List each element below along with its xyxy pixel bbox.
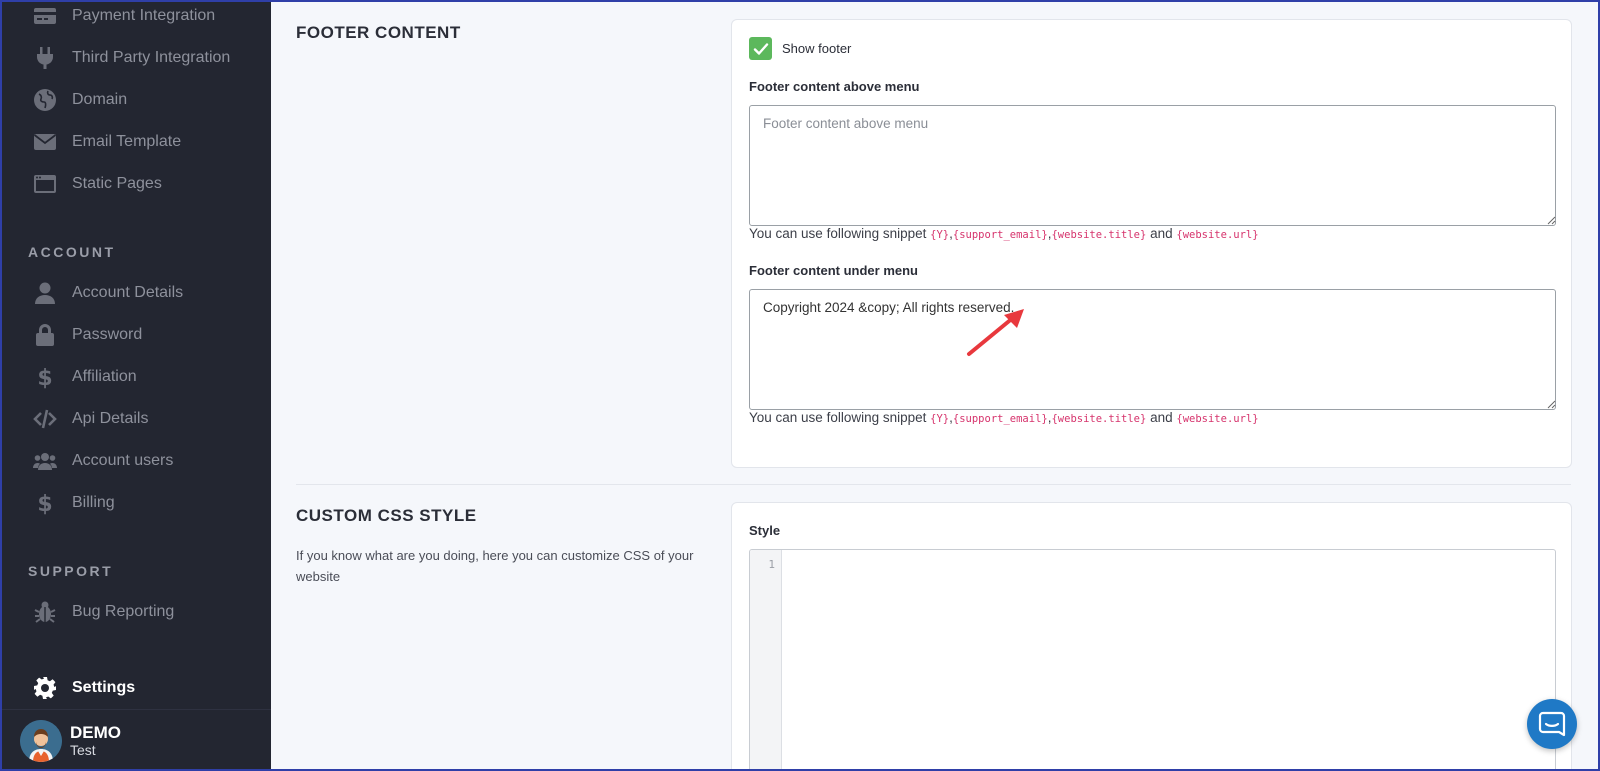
sidebar-item-label: Account users (72, 452, 174, 469)
sidebar-item-label: Third Party Integration (72, 49, 231, 66)
sidebar-item-label: Account Details (72, 284, 184, 301)
sidebar-item-password[interactable]: Password (2, 317, 271, 353)
sidebar-item-label: Billing (72, 494, 115, 511)
custom-css-description: If you know what are you doing, here you… (296, 548, 694, 584)
sidebar-item-label: Api Details (72, 410, 149, 427)
sidebar-item-label: Email Template (72, 133, 182, 150)
sidebar-item-api-details[interactable]: Api Details (2, 401, 271, 437)
user-profile[interactable]: DEMO Test (2, 709, 271, 771)
footer-under-menu-label: Footer content under menu (749, 263, 918, 278)
footer-settings-card: Show footer Footer content above menu Yo… (731, 19, 1572, 468)
show-footer-checkbox[interactable] (749, 37, 772, 60)
bug-icon (32, 599, 58, 625)
section-divider (296, 484, 1571, 485)
snippet-year: {Y} (930, 229, 950, 241)
snippet-year: {Y} (930, 413, 950, 425)
dollar-icon: $ (32, 490, 58, 516)
resize-handle-icon[interactable] (1547, 216, 1556, 225)
sidebar-item-label: Domain (72, 91, 128, 108)
line-number: 1 (768, 558, 775, 571)
sidebar-item-label: Affiliation (72, 368, 137, 385)
svg-text:$: $ (37, 492, 52, 515)
code-icon (32, 406, 58, 432)
gear-icon (32, 675, 58, 701)
plug-icon (32, 45, 58, 71)
show-footer-label: Show footer (782, 41, 852, 56)
hint-and: and (1150, 410, 1173, 425)
user-icon (32, 280, 58, 306)
sidebar-item-bug-reporting[interactable]: Bug Reporting (2, 594, 271, 630)
custom-css-heading: CUSTOM CSS STYLE (296, 506, 477, 525)
sidebar-item-label: Bug Reporting (72, 603, 175, 620)
snippet-website-title: {website.title} (1051, 229, 1147, 241)
sidebar-section-account-title: ACCOUNT (28, 244, 116, 260)
snippet-website-title: {website.title} (1051, 413, 1147, 425)
footer-above-menu-label: Footer content above menu (749, 79, 920, 94)
snippet-website-url: {website.url} (1176, 229, 1259, 241)
snippet-website-url: {website.url} (1176, 413, 1259, 425)
envelope-icon (32, 129, 58, 155)
sidebar-item-account-details[interactable]: Account Details (2, 275, 271, 311)
sidebar-item-domain[interactable]: Domain (2, 82, 271, 118)
css-code-editor[interactable]: 1 (749, 549, 1556, 771)
credit-card-icon (32, 3, 58, 29)
user-name: DEMO (70, 722, 121, 742)
annotation-arrow-icon (967, 309, 1024, 356)
sidebar-item-label: Password (72, 326, 143, 343)
sidebar-item-label: Settings (72, 679, 136, 696)
style-label: Style (749, 523, 781, 538)
dollar-icon: $ (32, 364, 58, 390)
footer-above-menu-hint: You can use following snippet {Y},{suppo… (749, 226, 1259, 241)
window-icon (32, 171, 58, 197)
sidebar-item-static-pages[interactable]: Static Pages (2, 166, 271, 202)
footer-under-menu-textarea[interactable] (749, 289, 1556, 410)
sidebar-item-account-users[interactable]: Account users (2, 443, 271, 479)
sidebar-item-email-template[interactable]: Email Template (2, 124, 271, 160)
globe-icon (32, 87, 58, 113)
footer-above-menu-textarea[interactable] (749, 105, 1556, 226)
custom-css-card: Style 1 (731, 502, 1572, 771)
main-content: FOOTER CONTENT Show footer Footer conten… (271, 0, 1598, 771)
hint-prefix: You can use following snippet (749, 410, 927, 425)
footer-content-heading: FOOTER CONTENT (296, 23, 461, 42)
sidebar-item-third-party-integration[interactable]: Third Party Integration (2, 40, 271, 76)
sidebar-section-support-title: SUPPORT (28, 563, 114, 579)
sidebar: Payment Integration Third Party Integrat… (2, 0, 271, 771)
editor-gutter: 1 (750, 550, 782, 771)
sidebar-item-label: Payment Integration (72, 7, 216, 24)
sidebar-item-billing[interactable]: $ Billing (2, 485, 271, 521)
snippet-support-email: {support_email} (952, 413, 1048, 425)
footer-under-menu-hint: You can use following snippet {Y},{suppo… (749, 410, 1259, 425)
user-subtitle: Test (70, 741, 96, 758)
svg-text:$: $ (37, 366, 52, 389)
hint-prefix: You can use following snippet (749, 226, 927, 241)
sidebar-item-payment-integration[interactable]: Payment Integration (2, 0, 271, 34)
snippet-support-email: {support_email} (952, 229, 1048, 241)
lock-icon (32, 322, 58, 348)
sidebar-item-label: Static Pages (72, 175, 162, 192)
sidebar-item-settings[interactable]: Settings (2, 670, 271, 706)
hint-and: and (1150, 226, 1173, 241)
users-icon (32, 448, 58, 474)
avatar (20, 719, 62, 762)
checkmark-icon (753, 42, 768, 55)
chat-launcher-button[interactable] (1527, 699, 1577, 749)
chat-icon (1538, 711, 1566, 737)
sidebar-item-affiliation[interactable]: $ Affiliation (2, 359, 271, 395)
resize-handle-icon[interactable] (1547, 400, 1556, 409)
